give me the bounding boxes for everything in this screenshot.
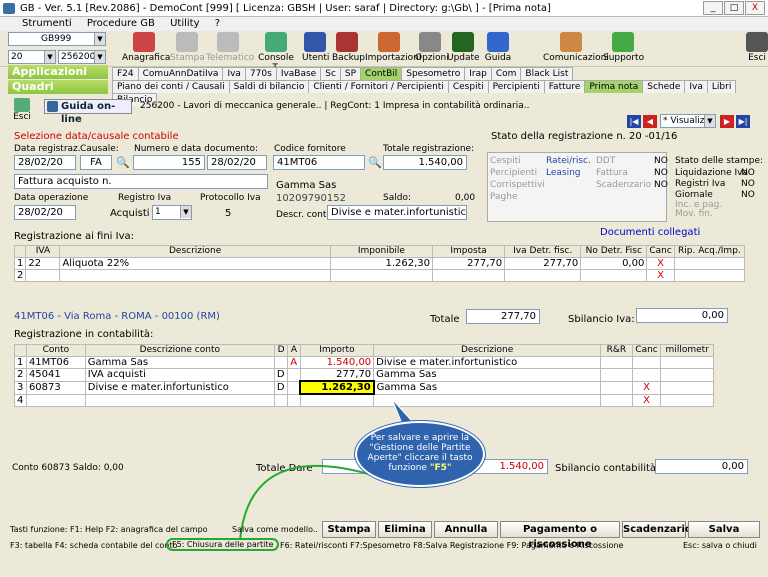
elimina-button[interactable]: Elimina [378, 521, 432, 538]
callout-connector [239, 398, 421, 541]
hint-esc: Esc: salva o chiudi [683, 541, 757, 550]
help-callout: Per salvare e aprire la "Gestione delle … [355, 421, 485, 487]
hint-f3-f4: F3: tabella F4: scheda contabile del con… [10, 541, 178, 550]
pagamento-button[interactable]: Pagamento o riscossione [500, 521, 620, 550]
callout-line-1: Per salvare e aprire la [370, 433, 470, 443]
stampa-button[interactable]: Stampa [322, 521, 376, 538]
callout-line-2: "Gestione delle Partite [369, 443, 471, 453]
salva-button[interactable]: Salva [688, 521, 760, 538]
f5-chiusura-partite[interactable]: F5: Chiusura delle partite [166, 538, 280, 551]
scadenzario-button[interactable]: Scadenzario [622, 521, 692, 538]
salva-modello-link[interactable]: Salva come modello.. [232, 525, 318, 534]
hint-f1-f2: Tasti funzione: F1: Help F2: anagrafica … [10, 525, 208, 534]
callout-line-3: Aperte" cliccare il tasto [367, 453, 473, 463]
callout-key: "F5" [429, 463, 452, 473]
hint-f6-f9: F6: Ratei/risconti F7:Spesometro F8:Salv… [280, 541, 624, 550]
annulla-button[interactable]: Annulla [434, 521, 498, 538]
callout-line-4: funzione [388, 463, 430, 473]
